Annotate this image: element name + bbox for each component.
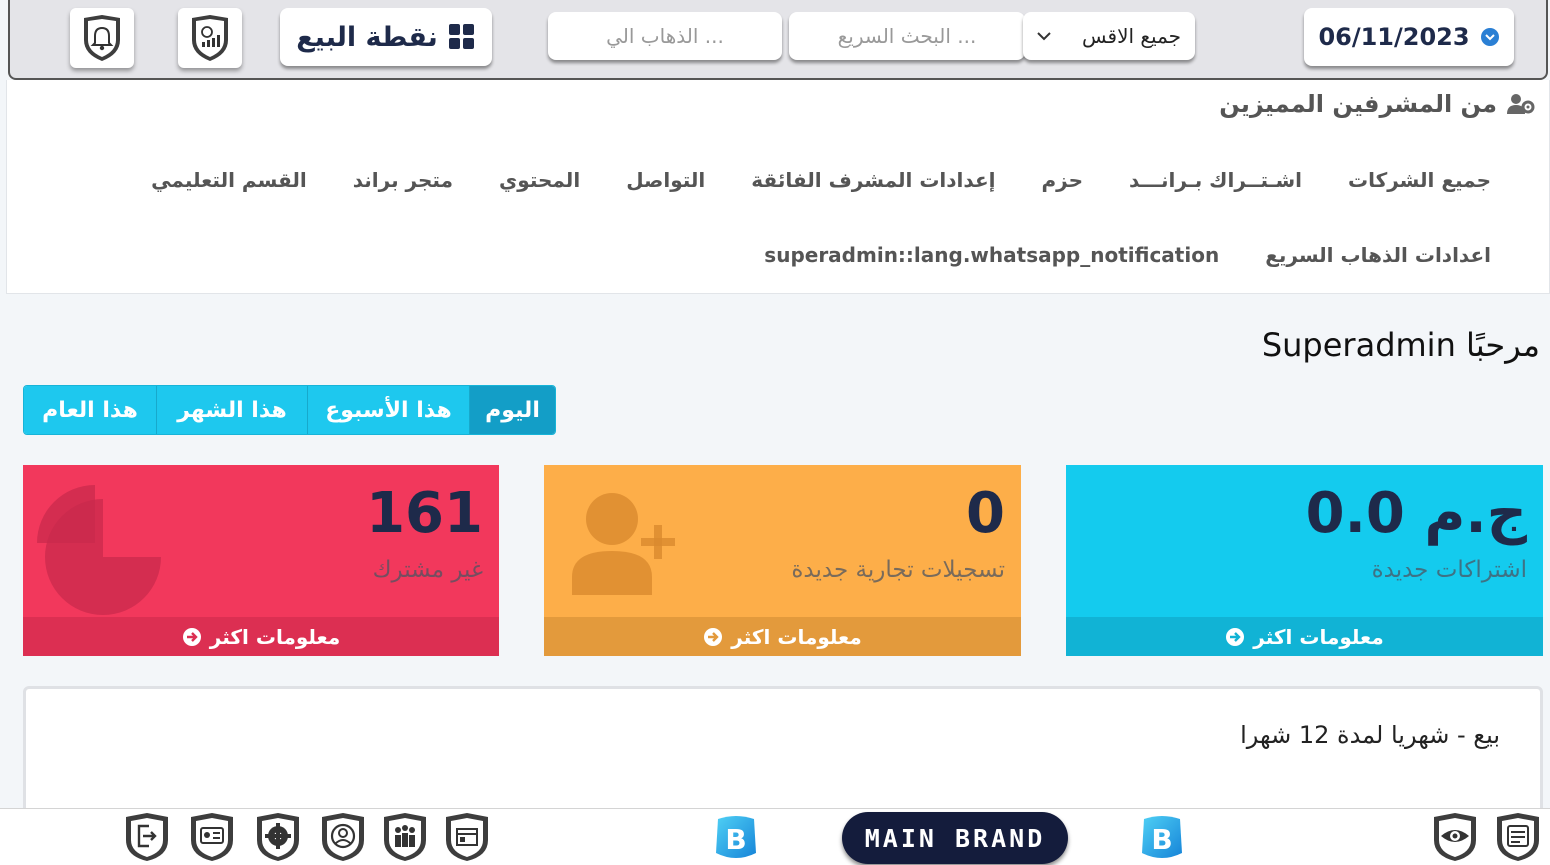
- pos-button[interactable]: نقطة البيع: [280, 8, 492, 66]
- more-info-link[interactable]: معلومات اكثر: [544, 617, 1021, 656]
- team-icon[interactable]: [380, 812, 430, 862]
- search-input[interactable]: البحث السريع ...: [789, 12, 1025, 60]
- card-value: ج.م 0.0: [1305, 481, 1527, 546]
- gear-icon[interactable]: [253, 812, 303, 862]
- brand-letter: B: [1151, 823, 1172, 856]
- panel-title: من المشرفين المميزين: [1219, 90, 1535, 118]
- nav-row-1: جميع الشركات اشـتــراك بـرانـــد حزم إعد…: [151, 168, 1491, 192]
- bell-icon: [84, 15, 120, 61]
- brand-letter: B: [725, 823, 746, 856]
- brand-b-logo[interactable]: B: [1138, 813, 1186, 863]
- tab-today[interactable]: اليوم: [469, 386, 555, 434]
- date-value: 06/11/2023: [1318, 23, 1470, 51]
- more-info-label: معلومات اكثر: [209, 624, 341, 649]
- tab-this-month[interactable]: هذا الشهر: [156, 386, 307, 434]
- card-new-registrations: 0 تسجيلات تجارية جديدة معلومات اكثر: [544, 465, 1021, 656]
- add-user-icon: [572, 493, 675, 595]
- card-value: 0: [966, 481, 1005, 546]
- nav-whatsapp-notification[interactable]: superadmin::lang.whatsapp_notification: [764, 243, 1219, 267]
- card-label: غير مشترك: [372, 557, 483, 583]
- users-gear-icon: [1507, 94, 1535, 114]
- nav-brand-store[interactable]: متجر براند: [353, 168, 453, 192]
- nav-all-companies[interactable]: جميع الشركات: [1348, 168, 1491, 192]
- logout-icon[interactable]: [122, 812, 172, 862]
- grid-icon: [448, 24, 474, 49]
- nav-communication[interactable]: التواصل: [626, 168, 705, 192]
- card-new-subscriptions: ج.م 0.0 اشتراكات جديدة معلومات اكثر: [1066, 465, 1543, 656]
- eye-icon[interactable]: [1430, 812, 1480, 862]
- pie-chart-icon: [37, 485, 161, 615]
- main-brand-button[interactable]: MAIN BRAND: [842, 812, 1068, 864]
- more-info-link[interactable]: معلومات اكثر: [1066, 617, 1543, 656]
- arrow-circle-icon: [704, 627, 723, 646]
- date-picker[interactable]: 06/11/2023: [1304, 8, 1514, 66]
- id-card-icon[interactable]: [187, 812, 237, 862]
- tab-this-week[interactable]: هذا الأسبوع: [307, 386, 469, 434]
- card-not-subscribed: 161 غير مشترك معلومات اكثر: [23, 465, 499, 656]
- card-value: 161: [366, 481, 483, 546]
- nav-superadmin-settings[interactable]: إعدادات المشرف الفائقة: [751, 168, 995, 192]
- goto-input[interactable]: الذهاب الي ...: [548, 12, 782, 60]
- finance-button[interactable]: [178, 8, 242, 68]
- card-label: تسجيلات تجارية جديدة: [791, 557, 1005, 583]
- user-circle-icon[interactable]: [318, 812, 368, 862]
- superadmin-panel: من المشرفين المميزين جميع الشركات اشـتــ…: [6, 80, 1550, 294]
- card-label: اشتراكات جديدة: [1371, 557, 1527, 583]
- more-info-label: معلومات اكثر: [1253, 624, 1384, 649]
- main-brand-label: MAIN BRAND: [864, 823, 1046, 853]
- nav-quick-goto-settings[interactable]: اعدادات الذهاب السريع: [1265, 243, 1491, 267]
- list-icon[interactable]: [1493, 812, 1543, 862]
- more-info-link[interactable]: معلومات اكثر: [23, 617, 499, 656]
- calendar-icon: [1480, 28, 1499, 46]
- nav-row-2: اعدادات الذهاب السريع superadmin::lang.w…: [764, 243, 1491, 267]
- welcome-heading: مرحبًا Superadmin: [1261, 326, 1540, 364]
- more-info-label: معلومات اكثر: [731, 624, 862, 649]
- nav-content[interactable]: المحتوي: [499, 168, 580, 192]
- period-tabs: اليوم هذا الأسبوع هذا الشهر هذا العام: [23, 385, 556, 435]
- arrow-circle-icon: [1226, 627, 1245, 646]
- pos-label: نقطة البيع: [296, 21, 438, 53]
- nav-brand-subscription[interactable]: اشـتــراك بـرانـــد: [1129, 168, 1302, 192]
- tab-this-year[interactable]: هذا العام: [24, 386, 156, 434]
- location-select[interactable]: جميع الاقس: [1023, 12, 1195, 60]
- money-chart-icon: [192, 15, 228, 61]
- arrow-circle-icon: [182, 627, 201, 646]
- brand-b-logo[interactable]: B: [712, 813, 760, 863]
- nav-packages[interactable]: حزم: [1041, 168, 1083, 192]
- goto-placeholder: الذهاب الي ...: [606, 24, 724, 48]
- location-selected: جميع الاقس: [1082, 24, 1181, 48]
- notifications-button[interactable]: [70, 8, 134, 68]
- chart-title: بيع - شهريا لمدة 12 شهرا: [1240, 721, 1500, 749]
- nav-education[interactable]: القسم التعليمي: [151, 168, 307, 192]
- box-icon[interactable]: [442, 812, 492, 862]
- search-placeholder: البحث السريع ...: [837, 24, 977, 48]
- panel-title-text: من المشرفين المميزين: [1219, 90, 1497, 118]
- chevron-down-icon: [1037, 32, 1051, 41]
